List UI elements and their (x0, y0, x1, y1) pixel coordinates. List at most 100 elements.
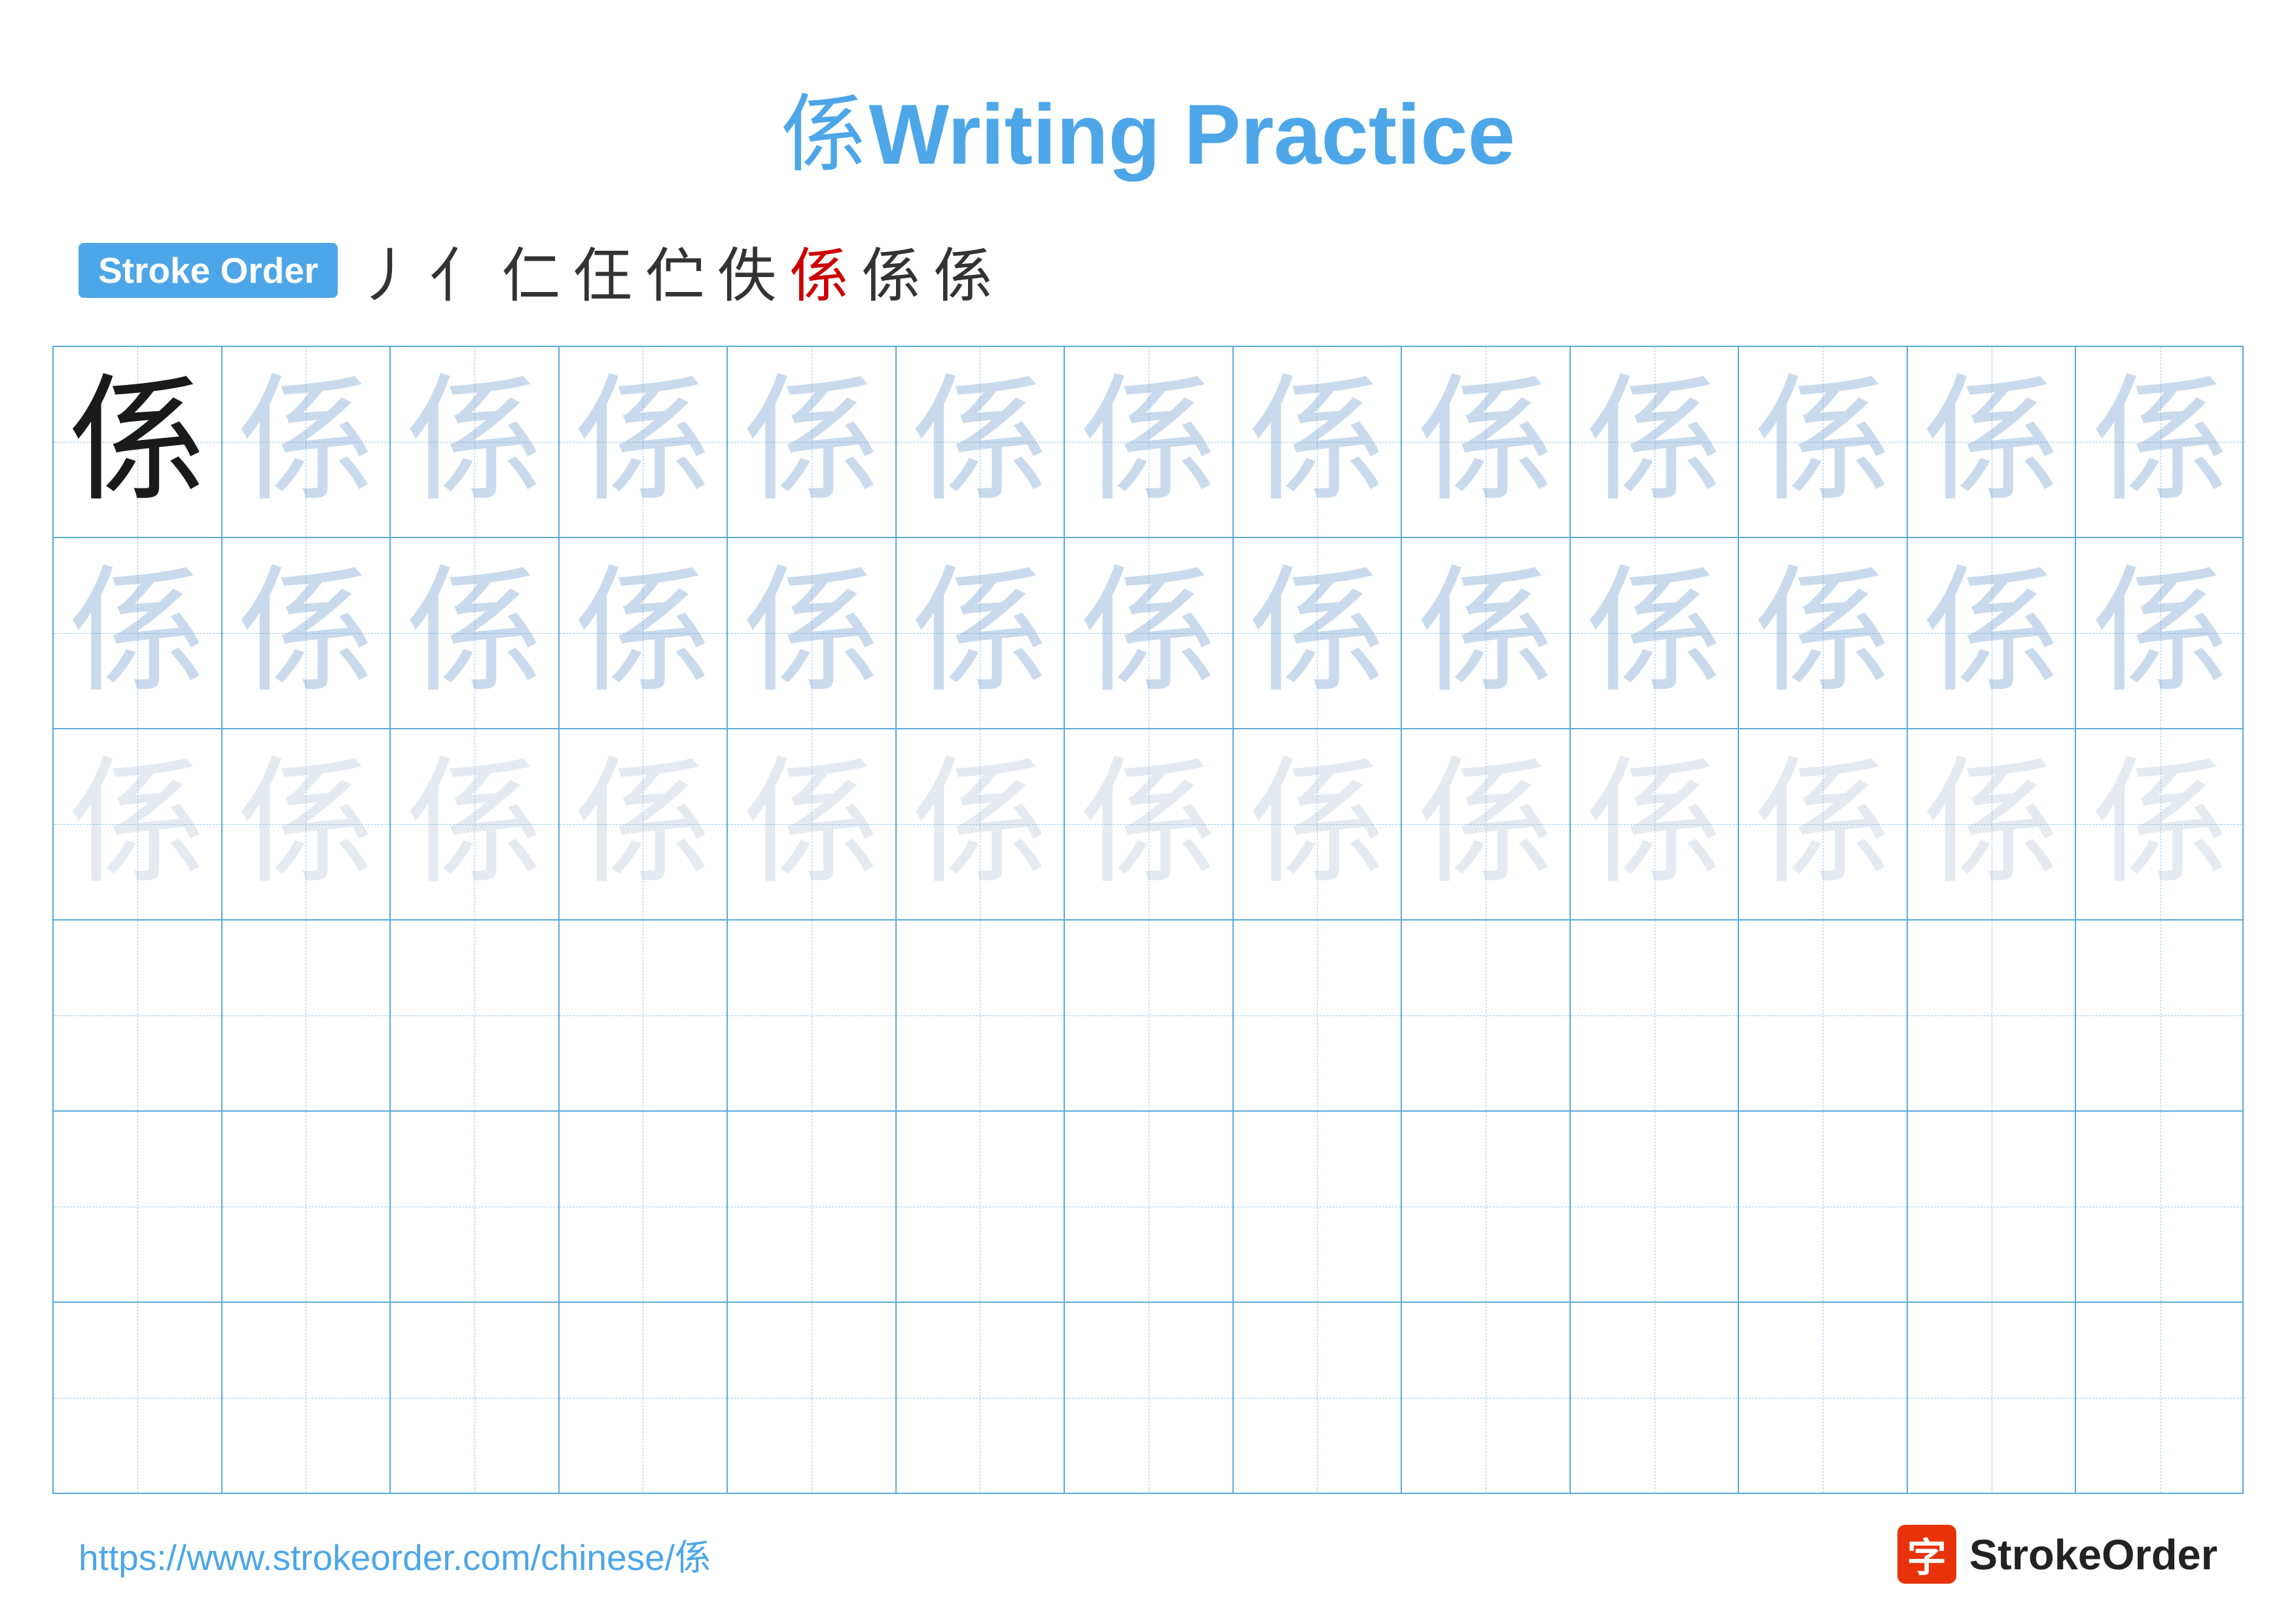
grid-cell-0-2[interactable]: 係 (391, 347, 560, 537)
grid-cell-1-8[interactable]: 係 (1402, 538, 1571, 728)
grid-cell-5-0[interactable] (54, 1303, 223, 1493)
grid-cell-3-5[interactable] (897, 921, 1066, 1110)
grid-cell-3-0[interactable] (54, 921, 223, 1110)
grid-cell-2-10[interactable]: 係 (1739, 729, 1908, 919)
grid-cell-3-4[interactable] (728, 921, 897, 1110)
practice-char: 係 (1080, 564, 1217, 702)
footer-logo: 字 StrokeOrder (1897, 1525, 2217, 1584)
grid-cell-2-8[interactable]: 係 (1402, 729, 1571, 919)
grid-cell-0-11[interactable]: 係 (1908, 347, 2077, 537)
stroke-order-badge[interactable]: Stroke Order (79, 243, 338, 298)
stroke-chars: 丿 亻 仁 仼 伫 佚 係 係 係 (357, 228, 992, 313)
grid-cell-5-6[interactable] (1065, 1303, 1234, 1493)
grid-cell-4-2[interactable] (391, 1112, 560, 1302)
grid-cell-3-12[interactable] (2076, 921, 2245, 1110)
grid-cell-3-7[interactable] (1234, 921, 1403, 1110)
grid-cell-1-1[interactable]: 係 (223, 538, 391, 728)
practice-char: 係 (1248, 756, 1386, 893)
grid-cell-5-4[interactable] (728, 1303, 897, 1493)
grid-cell-5-8[interactable] (1402, 1303, 1571, 1493)
practice-char: 係 (1586, 756, 1723, 893)
grid-cell-1-3[interactable]: 係 (560, 538, 728, 728)
grid-cell-5-5[interactable] (897, 1303, 1066, 1493)
grid-cell-0-8[interactable]: 係 (1402, 347, 1571, 537)
practice-char: 係 (743, 564, 880, 702)
grid-cell-4-6[interactable] (1065, 1112, 1234, 1302)
grid-cell-0-6[interactable]: 係 (1065, 347, 1234, 537)
grid-cell-0-4[interactable]: 係 (728, 347, 897, 537)
grid-cell-3-3[interactable] (560, 921, 728, 1110)
grid-cell-4-9[interactable] (1571, 1112, 1740, 1302)
grid-cell-5-12[interactable] (2076, 1303, 2245, 1493)
grid-cell-2-1[interactable]: 係 (223, 729, 391, 919)
practice-char: 係 (1080, 756, 1217, 893)
grid-cell-1-0[interactable]: 係 (54, 538, 223, 728)
grid-cell-4-11[interactable] (1908, 1112, 2077, 1302)
grid-cell-2-4[interactable]: 係 (728, 729, 897, 919)
grid-cell-3-9[interactable] (1571, 921, 1740, 1110)
grid-cell-2-0[interactable]: 係 (54, 729, 223, 919)
practice-char: 係 (1923, 564, 2060, 702)
practice-char: 係 (69, 564, 206, 702)
grid-cell-5-3[interactable] (560, 1303, 728, 1493)
grid-cell-2-2[interactable]: 係 (391, 729, 560, 919)
practice-char: 係 (574, 564, 711, 702)
grid-cell-2-7[interactable]: 係 (1234, 729, 1403, 919)
grid-cell-2-3[interactable]: 係 (560, 729, 728, 919)
grid-cell-3-10[interactable] (1739, 921, 1908, 1110)
grid-cell-1-6[interactable]: 係 (1065, 538, 1234, 728)
grid-cell-4-0[interactable] (54, 1112, 223, 1302)
practice-char: 係 (743, 756, 880, 893)
grid-cell-4-3[interactable] (560, 1112, 728, 1302)
grid-cell-3-8[interactable] (1402, 921, 1571, 1110)
grid-cell-0-9[interactable]: 係 (1571, 347, 1740, 537)
grid-cell-4-4[interactable] (728, 1112, 897, 1302)
grid-cell-3-1[interactable] (223, 921, 391, 1110)
footer: https://www.strokeorder.com/chinese/係 字 … (0, 1525, 2296, 1584)
grid-cell-1-5[interactable]: 係 (897, 538, 1066, 728)
grid-cell-2-9[interactable]: 係 (1571, 729, 1740, 919)
grid-cell-5-2[interactable] (391, 1303, 560, 1493)
grid-cell-1-12[interactable]: 係 (2076, 538, 2245, 728)
grid-cell-5-10[interactable] (1739, 1303, 1908, 1493)
grid-cell-1-10[interactable]: 係 (1739, 538, 1908, 728)
practice-char: 係 (1754, 756, 1892, 893)
grid-cell-1-4[interactable]: 係 (728, 538, 897, 728)
grid-cell-0-3[interactable]: 係 (560, 347, 728, 537)
grid-cell-3-6[interactable] (1065, 921, 1234, 1110)
grid-cell-0-12[interactable]: 係 (2076, 347, 2245, 537)
grid-cell-4-1[interactable] (223, 1112, 391, 1302)
grid-cell-4-10[interactable] (1739, 1112, 1908, 1302)
grid-cell-2-11[interactable]: 係 (1908, 729, 2077, 919)
grid-cell-5-11[interactable] (1908, 1303, 2077, 1493)
practice-char: 係 (2092, 756, 2229, 893)
grid-cell-0-0[interactable]: 係 (54, 347, 223, 537)
practice-char: 係 (574, 373, 711, 511)
grid-cell-0-7[interactable]: 係 (1234, 347, 1403, 537)
grid-cell-0-10[interactable]: 係 (1739, 347, 1908, 537)
grid-cell-2-5[interactable]: 係 (897, 729, 1066, 919)
practice-char: 係 (2092, 373, 2229, 511)
grid-cell-5-1[interactable] (223, 1303, 391, 1493)
practice-char: 係 (1417, 373, 1554, 511)
grid-cell-5-9[interactable] (1571, 1303, 1740, 1493)
grid-cell-0-1[interactable]: 係 (223, 347, 391, 537)
grid-cell-5-7[interactable] (1234, 1303, 1403, 1493)
grid-cell-2-6[interactable]: 係 (1065, 729, 1234, 919)
grid-cell-3-2[interactable] (391, 921, 560, 1110)
practice-char: 係 (911, 373, 1049, 511)
grid-cell-4-8[interactable] (1402, 1112, 1571, 1302)
grid-cell-2-12[interactable]: 係 (2076, 729, 2245, 919)
grid-cell-0-5[interactable]: 係 (897, 347, 1066, 537)
grid-cell-1-9[interactable]: 係 (1571, 538, 1740, 728)
footer-url[interactable]: https://www.strokeorder.com/chinese/係 (79, 1528, 711, 1580)
grid-cell-1-11[interactable]: 係 (1908, 538, 2077, 728)
grid-cell-1-7[interactable]: 係 (1234, 538, 1403, 728)
grid-cell-3-11[interactable] (1908, 921, 2077, 1110)
grid-cell-4-7[interactable] (1234, 1112, 1403, 1302)
grid-cell-4-5[interactable] (897, 1112, 1066, 1302)
practice-char: 係 (743, 373, 880, 511)
grid-cell-4-12[interactable] (2076, 1112, 2245, 1302)
practice-char: 係 (69, 373, 206, 511)
grid-cell-1-2[interactable]: 係 (391, 538, 560, 728)
